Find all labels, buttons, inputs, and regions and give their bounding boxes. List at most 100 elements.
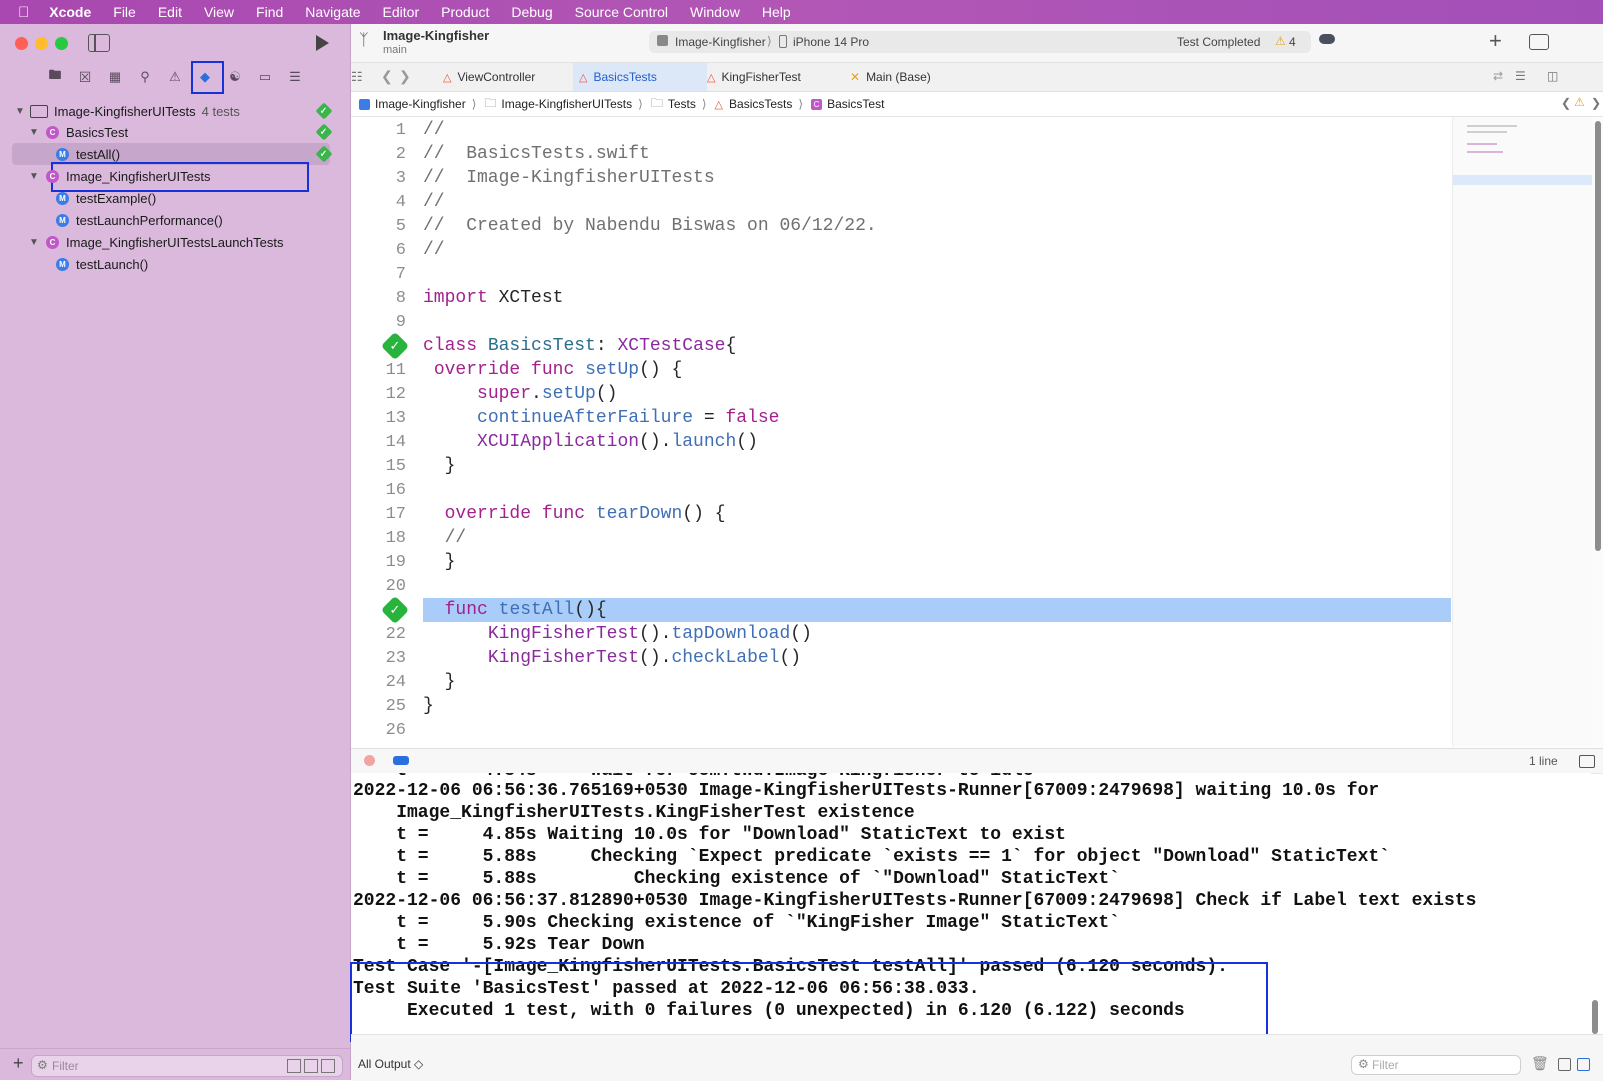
show-variables-icon[interactable]: [1558, 1058, 1571, 1071]
code-text: // BasicsTests.swift: [423, 144, 650, 164]
tree-item-testlaunch[interactable]: M testLaunch(): [0, 253, 350, 275]
report-navigator-icon[interactable]: ☰: [284, 66, 306, 88]
iphone-icon: [779, 35, 787, 48]
swap-icon[interactable]: ⇄: [1493, 69, 1503, 83]
breakpoint-navigator-icon[interactable]: ▭: [254, 66, 276, 88]
breadcrumb-item[interactable]: BasicsTest: [827, 97, 884, 111]
debug-navigator-icon[interactable]: ☯: [224, 66, 246, 88]
warning-icon[interactable]: ⚠: [1275, 34, 1286, 48]
minimap[interactable]: [1452, 117, 1593, 747]
test-passed-gutter-icon[interactable]: ✓: [380, 595, 410, 625]
filter-skipped-icon[interactable]: [321, 1059, 335, 1073]
adjust-editor-icon[interactable]: ☰: [1515, 69, 1526, 83]
chevron-down-icon[interactable]: ▼: [28, 171, 40, 182]
pass-check-icon: ✓: [315, 123, 333, 141]
tab-label: Main (Base): [866, 70, 931, 84]
tree-item-basicstest[interactable]: ▼ C BasicsTest ✓: [0, 121, 350, 143]
filter-recent-icon[interactable]: [287, 1059, 301, 1073]
menu-navigate[interactable]: Navigate: [305, 4, 360, 20]
line-number: 7: [395, 264, 406, 284]
project-navigator-icon[interactable]: 🖿: [44, 66, 66, 88]
scrollbar-thumb[interactable]: [1595, 121, 1601, 551]
minimize-window-button[interactable]: [35, 37, 48, 50]
hide-debug-area-icon[interactable]: [1579, 755, 1595, 768]
symbol-navigator-icon[interactable]: ▦: [104, 66, 126, 88]
code-line: 1 //: [351, 118, 1451, 142]
console-filter-placeholder: Filter: [1372, 1058, 1399, 1072]
minimap-line: [1467, 125, 1517, 127]
menu-edit[interactable]: Edit: [158, 4, 182, 20]
console-line: t = 5.92s Tear Down: [353, 935, 645, 955]
breadcrumb-item[interactable]: Tests: [668, 97, 696, 111]
back-arrow-icon[interactable]: ❮: [381, 68, 393, 85]
split-editor-icon[interactable]: ◫: [1547, 69, 1558, 83]
line-number: 3: [395, 168, 406, 188]
tab-label: KingFisherTest: [721, 70, 801, 84]
code-line: 25}: [351, 694, 1451, 718]
find-navigator-icon[interactable]: ⚲: [134, 66, 156, 88]
inspector-toggle-icon[interactable]: [1529, 34, 1549, 50]
console-filter-field[interactable]: ⚙ Filter: [1351, 1055, 1521, 1075]
trash-icon[interactable]: 🗑: [1531, 1055, 1549, 1072]
menu-product[interactable]: Product: [441, 4, 489, 20]
tree-root[interactable]: ▼ Image-KingfisherUITests 4 tests ✓: [0, 100, 350, 122]
code-text: KingFisherTest().tapDownload(): [487, 624, 812, 644]
tree-item-testexample[interactable]: M testExample(): [0, 187, 350, 209]
issue-navigator-icon[interactable]: ⚠: [164, 66, 186, 88]
forward-arrow-icon[interactable]: ❯: [399, 68, 411, 85]
sidebar-toggle-icon[interactable]: [88, 34, 110, 52]
output-selector[interactable]: All Output ◇: [358, 1057, 423, 1071]
code-line: 4 //: [351, 190, 1451, 214]
source-control-navigator-icon[interactable]: ☒: [74, 66, 96, 88]
menu-window[interactable]: Window: [690, 4, 740, 20]
stop-icon[interactable]: [364, 755, 375, 766]
chevron-down-icon[interactable]: ▼: [28, 127, 40, 138]
breadcrumb-item[interactable]: Image-KingfisherUITests: [501, 97, 632, 111]
show-console-icon[interactable]: [1577, 1058, 1590, 1071]
related-items-icon[interactable]: ☷: [351, 69, 363, 85]
tree-item-launchtests[interactable]: ▼ C Image_KingfisherUITestsLaunchTests: [0, 231, 350, 253]
zoom-window-button[interactable]: [55, 37, 68, 50]
tab-kingfishertest[interactable]: △ KingFisherTest: [707, 63, 831, 91]
navigator-filter-field[interactable]: ⚙ Filter: [31, 1055, 343, 1077]
line-number: 22: [385, 624, 406, 644]
menu-help[interactable]: Help: [762, 4, 791, 20]
warning-count[interactable]: 4: [1289, 35, 1296, 49]
close-window-button[interactable]: [15, 37, 28, 50]
menu-view[interactable]: View: [204, 4, 234, 20]
menu-editor[interactable]: Editor: [383, 4, 420, 20]
menu-source-control[interactable]: Source Control: [575, 4, 668, 20]
tree-item-testlaunchperformance[interactable]: M testLaunchPerformance(): [0, 209, 350, 231]
tree-item-image-kingfisheruitests[interactable]: ▼ C Image_KingfisherUITests: [0, 165, 350, 187]
chevron-down-icon[interactable]: ▼: [28, 237, 40, 248]
menu-debug[interactable]: Debug: [511, 4, 552, 20]
tab-basicstests[interactable]: △ BasicsTests: [573, 63, 707, 91]
console-line: 2022-12-06 06:56:37.812890+0530 Image-Ki…: [353, 891, 1477, 911]
test-passed-gutter-icon[interactable]: ✓: [380, 331, 410, 361]
run-button[interactable]: [316, 35, 329, 51]
menu-app-xcode[interactable]: Xcode: [49, 4, 91, 20]
menu-find[interactable]: Find: [256, 4, 283, 20]
filter-failed-icon[interactable]: [304, 1059, 318, 1073]
scheme-selector[interactable]: Image-Kingfisher: [675, 35, 766, 49]
chevron-right-icon[interactable]: ❯: [1591, 96, 1601, 110]
activity-viewer[interactable]: Image-Kingfisher ⟩ iPhone 14 Pro Test Co…: [649, 31, 1311, 53]
breakpoints-toggle-icon[interactable]: [393, 756, 409, 765]
project-title[interactable]: Image-Kingfisher: [383, 28, 489, 43]
tab-viewcontroller[interactable]: △ ViewController: [439, 63, 577, 91]
device-selector[interactable]: iPhone 14 Pro: [793, 35, 869, 49]
menu-file[interactable]: File: [113, 4, 136, 20]
chevron-left-icon[interactable]: ❮: [1561, 96, 1571, 110]
add-library-button[interactable]: +: [1489, 28, 1502, 54]
breadcrumb-item[interactable]: Image-Kingfisher: [375, 97, 466, 111]
apple-menu-icon[interactable]: : [18, 4, 29, 21]
editor-scrollbar[interactable]: [1592, 117, 1603, 747]
chevron-down-icon[interactable]: ▼: [14, 106, 26, 117]
console-scrollbar-thumb[interactable]: [1592, 1000, 1598, 1034]
code-text: import XCTest: [423, 288, 564, 308]
warning-icon[interactable]: ⚠: [1574, 95, 1585, 109]
breadcrumb-item[interactable]: BasicsTests: [729, 97, 792, 111]
source-editor[interactable]: 1 // 2 // BasicsTests.swift 3 // Image-King…: [351, 117, 1451, 747]
add-icon[interactable]: +: [13, 1053, 24, 1074]
tab-main-base[interactable]: ✕ Main (Base): [850, 63, 980, 91]
